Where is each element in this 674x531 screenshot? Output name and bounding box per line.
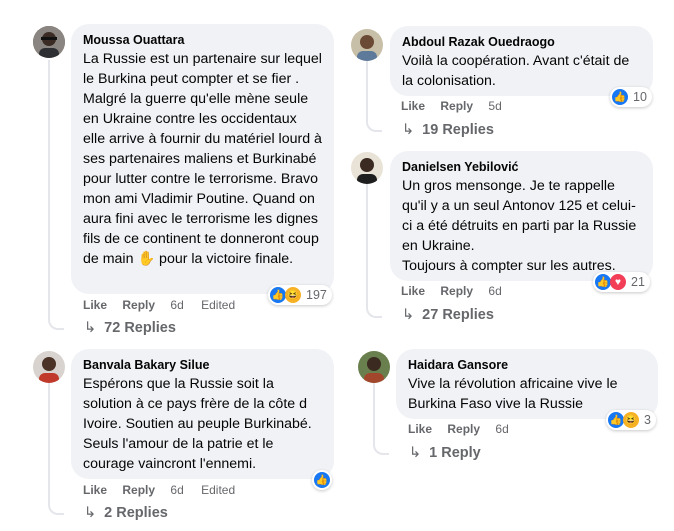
comment-bubble: Abdoul Razak Ouedraogo Voilà la coopérat… [390,26,653,96]
comment-text: Vive la révolution africaine vive le Bur… [408,376,618,412]
like-button[interactable]: Like [83,298,107,312]
comment-author[interactable]: Abdoul Razak Ouedraogo [402,34,641,50]
view-replies-link[interactable]: ↳ 27 Replies [402,307,494,323]
like-button[interactable]: Like [401,99,425,113]
reply-button[interactable]: Reply [122,298,155,312]
avatar[interactable] [33,351,65,383]
reply-button[interactable]: Reply [440,284,473,298]
comment-text-line2: Toujours à compter sur les autres. [402,258,616,274]
reaction-summary[interactable]: 👍 😆 3 [606,410,656,430]
reply-button[interactable]: Reply [122,483,155,497]
comment-bubble: Danielsen Yebilović Un gros mensonge. Je… [390,151,653,281]
like-icon: 👍 [612,89,628,105]
reply-arrow-icon: ↳ [84,320,97,336]
like-icon: 👍 [608,412,624,428]
replies-count-label: 2 Replies [104,505,168,521]
view-replies-link[interactable]: ↳ 2 Replies [84,505,168,521]
reaction-summary[interactable]: 👍 😆 197 [268,285,332,305]
like-button[interactable]: Like [408,422,432,436]
edited-label: Edited [201,298,236,312]
like-icon: 👍 [595,274,611,290]
reaction-count: 10 [633,90,647,104]
timestamp[interactable]: 5d [488,99,501,113]
view-replies-link[interactable]: ↳ 72 Replies [84,320,176,336]
comment-actions: Like Reply 6d Edited [83,297,249,313]
edited-label: Edited [201,483,236,497]
comment-actions: Like Reply 6d Edited [83,482,249,498]
timestamp[interactable]: 6d [488,284,501,298]
timestamp[interactable]: 6d [170,483,183,497]
like-button[interactable]: Like [401,284,425,298]
thread-line [48,60,64,330]
thread-line [366,183,382,318]
comment-actions: Like Reply 5d [401,98,516,114]
comment-author[interactable]: Haidara Gansore [408,357,646,373]
view-replies-link[interactable]: ↳ 19 Replies [402,122,494,138]
reply-arrow-icon: ↳ [409,445,422,461]
like-button[interactable]: Like [83,483,107,497]
reaction-count: 197 [306,288,327,302]
comment-text-tail: pour la victoire finale. [155,251,294,267]
comment-author[interactable]: Banvala Bakary Silue [83,357,322,373]
haha-icon: 😆 [285,287,301,303]
reaction-summary[interactable]: 👍 ♥ 21 [593,272,650,292]
replies-count-label: 72 Replies [104,320,176,336]
comment-bubble: Haidara Gansore Vive la révolution afric… [396,349,658,419]
comment-text: Espérons que la Russie soit la solution … [83,376,312,472]
replies-count-label: 1 Reply [429,445,481,461]
view-replies-link[interactable]: ↳ 1 Reply [409,445,481,461]
comment-actions: Like Reply 6d [401,283,516,299]
comment-text-body: La Russie est un partenaire sur lequel l… [83,51,322,267]
reply-button[interactable]: Reply [447,422,480,436]
comment-actions: Like Reply 6d [408,421,523,437]
comment-author[interactable]: Moussa Ouattara [83,32,322,48]
comment-text: Voilà la coopération. Avant c'était de l… [402,53,630,89]
replies-count-label: 27 Replies [422,307,494,323]
avatar[interactable] [33,26,65,58]
comment-author[interactable]: Danielsen Yebilović [402,159,641,175]
thread-line [48,383,64,515]
avatar[interactable] [358,351,390,383]
reaction-count: 21 [631,275,645,289]
comment-text: Un gros mensonge. Je te rappelle qu'il y… [402,176,641,276]
reply-arrow-icon: ↳ [402,122,415,138]
timestamp[interactable]: 6d [170,298,183,312]
comment-bubble: Banvala Bakary Silue Espérons que la Rus… [71,349,334,479]
thread-line [366,60,382,132]
timestamp[interactable]: 6d [495,422,508,436]
thread-line [373,383,389,455]
haha-icon: 😆 [623,412,639,428]
reply-arrow-icon: ↳ [402,307,415,323]
comment-bubble: Moussa Ouattara La Russie est un partena… [71,24,334,294]
love-icon: ♥ [610,274,626,290]
avatar[interactable] [351,29,383,61]
reply-arrow-icon: ↳ [84,505,97,521]
raised-hand-emoji: ✋ [137,251,156,267]
comment-text: La Russie est un partenaire sur lequel l… [83,49,322,269]
like-icon: 👍 [270,287,286,303]
avatar[interactable] [351,152,383,184]
reply-button[interactable]: Reply [440,99,473,113]
reaction-summary[interactable]: 👍 [312,470,332,490]
replies-count-label: 19 Replies [422,122,494,138]
reaction-count: 3 [644,413,651,427]
like-icon: 👍 [314,472,330,488]
reaction-summary[interactable]: 👍 10 [610,87,652,107]
comment-text-body: Un gros mensonge. Je te rappelle qu'il y… [402,178,637,254]
